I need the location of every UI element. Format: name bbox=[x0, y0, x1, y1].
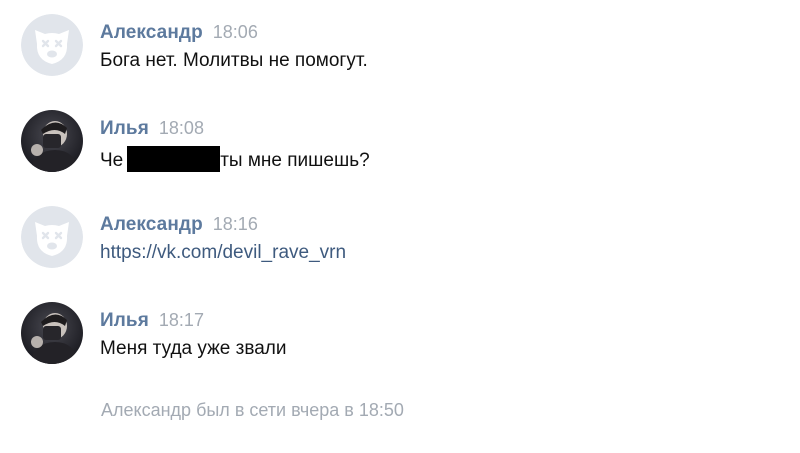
user-photo bbox=[21, 302, 83, 364]
message-link[interactable]: https://vk.com/devil_rave_vrn bbox=[100, 242, 346, 263]
message-item: Илья 18:08 Че ты мне пишешь? bbox=[21, 110, 781, 174]
message-text: Бога нет. Молитвы не помогут. bbox=[100, 50, 368, 71]
avatar[interactable] bbox=[21, 302, 83, 364]
message-time[interactable]: 18:17 bbox=[159, 310, 204, 330]
message-text: https://vk.com/devil_rave_vrn bbox=[100, 242, 346, 264]
author-name[interactable]: Илья bbox=[100, 310, 149, 331]
message-item: Александр 18:16 https://vk.com/devil_rave… bbox=[21, 206, 781, 270]
message-time[interactable]: 18:16 bbox=[213, 214, 258, 234]
avatar[interactable] bbox=[21, 110, 83, 172]
chat-history: Александр 18:06 Бога нет. Молитвы не помо… bbox=[0, 0, 800, 453]
last-seen-status: Александр был в сети вчера в 18:50 bbox=[101, 400, 404, 420]
author-name[interactable]: Александр bbox=[100, 214, 203, 235]
avatar[interactable] bbox=[21, 14, 83, 76]
message-header: Илья 18:17 bbox=[100, 310, 204, 334]
user-photo bbox=[21, 110, 83, 172]
message-item: Александр 18:06 Бога нет. Молитвы не помо… bbox=[21, 14, 781, 78]
deactivated-dog-icon bbox=[21, 206, 83, 268]
message-header: Александр 18:16 bbox=[100, 214, 258, 238]
author-name[interactable]: Александр bbox=[100, 22, 203, 43]
message-item: Илья 18:17 Меня туда уже звали bbox=[21, 302, 781, 366]
message-text: Че ты мне пишешь? bbox=[100, 146, 370, 172]
author-name[interactable]: Илья bbox=[100, 118, 149, 139]
message-time[interactable]: 18:08 bbox=[159, 118, 204, 138]
avatar[interactable] bbox=[21, 206, 83, 268]
message-time[interactable]: 18:06 bbox=[213, 22, 258, 42]
message-text-part: ты мне пишешь? bbox=[220, 150, 370, 171]
message-text-part: Че bbox=[100, 150, 124, 171]
deactivated-dog-icon bbox=[21, 14, 83, 76]
message-header: Александр 18:06 bbox=[100, 22, 258, 46]
redaction-bar bbox=[127, 146, 221, 172]
message-text: Меня туда уже звали bbox=[100, 338, 287, 359]
message-header: Илья 18:08 bbox=[100, 118, 204, 142]
